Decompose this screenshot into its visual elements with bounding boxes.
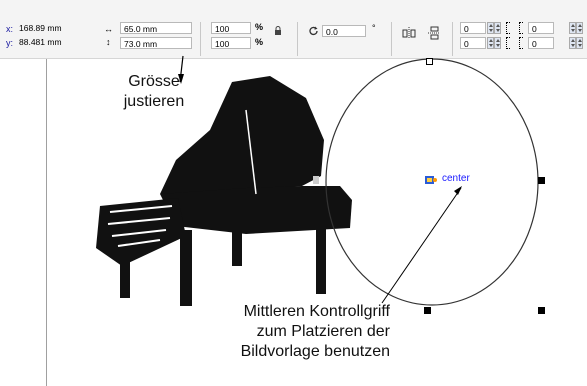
top-handle[interactable] (426, 58, 433, 65)
place-annotation-line3: Bildvorlage benutzen (240, 343, 390, 360)
place-annotation: Mittleren Kontrollgriff zum Platzieren d… (150, 302, 390, 362)
resize-annotation: Grösse justieren (92, 72, 216, 112)
place-annotation-line2: zum Platzieren der (256, 323, 390, 340)
place-annotation-line1: Mittleren Kontrollgriff (243, 303, 390, 320)
center-icon[interactable] (424, 174, 438, 186)
resize-annotation-line2: justieren (123, 93, 185, 110)
bottom-handle[interactable] (424, 307, 431, 314)
resize-annotation-line1: Grösse (128, 73, 180, 90)
center-label: center (442, 173, 470, 184)
right-handle[interactable] (538, 177, 545, 184)
bottom-right-handle[interactable] (538, 307, 545, 314)
